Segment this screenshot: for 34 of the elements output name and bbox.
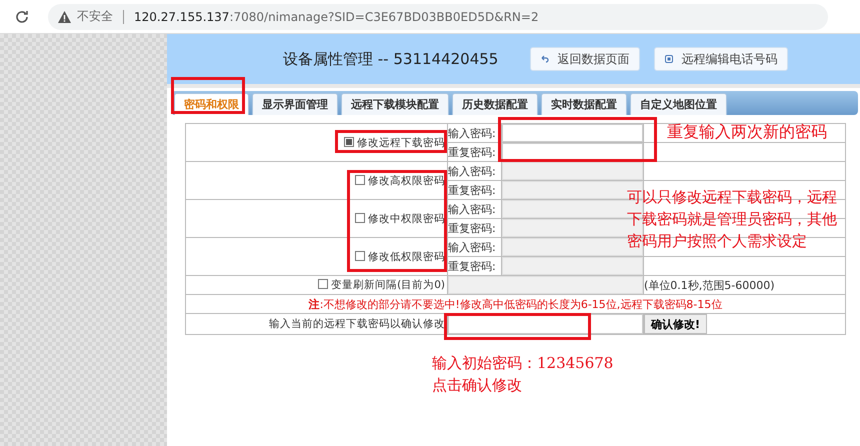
page-title: 设备属性管理 -- 53114420455 <box>283 50 498 68</box>
annotation-text: 点击确认修改 <box>432 376 522 395</box>
checkbox-label[interactable]: 修改低权限密码 <box>186 238 448 276</box>
checkbox-label[interactable]: 修改远程下载密码 <box>186 124 448 162</box>
tab[interactable]: 显示界面管理 <box>252 93 338 115</box>
tab[interactable]: 历史数据配置 <box>452 93 538 115</box>
back-arrow-icon <box>541 55 550 63</box>
warning-icon <box>58 10 71 22</box>
field-label: 输入密码: <box>448 124 502 142</box>
annotation-text: 输入初始密码：12345678 <box>432 354 614 373</box>
note-text: 注:不想修改的部分请不要选中!修改高中低密码的长度为6-15位,远程下载密码8-15位 <box>186 294 846 314</box>
password-field[interactable] <box>502 124 643 142</box>
checkbox[interactable] <box>355 250 365 260</box>
checkbox-label[interactable]: 修改高权限密码 <box>186 162 448 200</box>
annotation-text: 重复输入两次新的密码 <box>667 122 827 143</box>
phone-icon <box>665 55 674 63</box>
hint-text: (单位0.1秒,范围5-60000) <box>644 276 846 294</box>
url-text: 120.27.155.137:7080/nimanage?SID=C3E67BD03BB0ED5D&RN=2 <box>134 10 539 24</box>
checkbox[interactable] <box>355 212 365 222</box>
annotation-text: 可以只修改远程下载密码，远程下载密码就是管理员密码，其他密码用户按照个人需求设定 <box>627 187 837 252</box>
confirm-button[interactable]: 确认修改! <box>644 314 708 334</box>
header-button[interactable]: 远程编辑电话号码 <box>654 47 788 71</box>
security-label: 不安全 <box>77 8 113 25</box>
address-bar[interactable]: 不安全 120.27.155.137:7080/nimanage?SID=C3E67BD03BB0ED5D&RN=2 <box>48 4 828 30</box>
confirm-label: 输入当前的远程下载密码以确认修改 <box>186 314 448 334</box>
reload-icon[interactable] <box>14 8 30 24</box>
tab[interactable]: 实时数据配置 <box>541 93 627 115</box>
header-button[interactable]: 返回数据页面 <box>530 47 640 71</box>
tab[interactable]: 远程下载模块配置 <box>341 93 449 115</box>
current-password-field[interactable] <box>448 314 643 334</box>
checkbox[interactable] <box>344 136 354 146</box>
tab[interactable]: 自定义地图位置 <box>630 93 727 115</box>
checkbox-label[interactable]: 修改中权限密码 <box>186 200 448 238</box>
checkbox[interactable] <box>355 174 365 184</box>
